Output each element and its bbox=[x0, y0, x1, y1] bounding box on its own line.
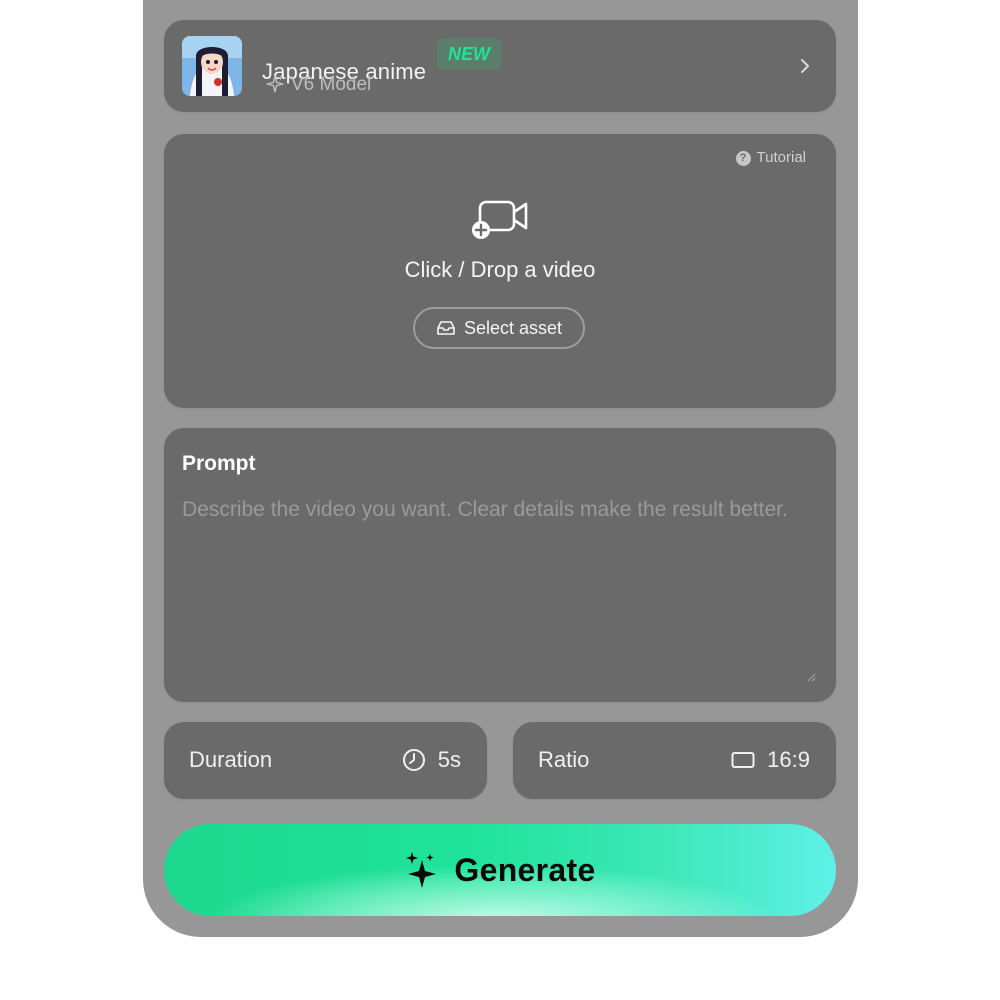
resize-handle-icon[interactable] bbox=[806, 672, 816, 682]
new-badge: NEW bbox=[437, 38, 501, 70]
duration-value: 5s bbox=[437, 747, 461, 772]
prompt-card: Prompt bbox=[164, 428, 836, 702]
sparkles-icon bbox=[406, 852, 437, 888]
tutorial-label: Tutorial bbox=[756, 149, 806, 166]
ratio-value-group: 16:9 bbox=[731, 746, 810, 774]
model-version: V6 Model bbox=[291, 74, 372, 95]
tutorial-link[interactable]: ? Tutorial bbox=[735, 148, 806, 168]
select-asset-label: Select asset bbox=[463, 317, 563, 338]
duration-value-group: 5s bbox=[402, 746, 461, 774]
video-add-icon bbox=[472, 200, 528, 239]
anime-girl-thumbnail bbox=[182, 36, 242, 96]
generate-content: Generate bbox=[164, 824, 836, 916]
inbox-tray-icon bbox=[437, 321, 455, 335]
generate-button[interactable]: Generate bbox=[164, 824, 836, 916]
question-circle-icon: ? bbox=[735, 150, 751, 166]
ratio-value: 16:9 bbox=[767, 747, 810, 772]
rectangle-ratio-icon bbox=[731, 752, 755, 768]
select-asset-button[interactable]: Select asset bbox=[413, 307, 585, 349]
model-selector[interactable]: Japanese anime NEW V6 Model bbox=[164, 20, 836, 112]
prompt-input[interactable] bbox=[182, 494, 802, 674]
duration-label: Duration bbox=[189, 747, 273, 772]
duration-selector[interactable]: Duration 5s bbox=[164, 722, 487, 799]
ratio-selector[interactable]: Ratio 16:9 bbox=[513, 722, 836, 799]
drop-video-text: Click / Drop a video bbox=[404, 257, 596, 282]
video-upload-dropzone[interactable]: ? Tutorial Click / Drop a video Select a… bbox=[164, 134, 836, 408]
chevron-right-icon[interactable] bbox=[798, 56, 812, 76]
ratio-label: Ratio bbox=[538, 747, 590, 772]
clock-icon bbox=[402, 749, 425, 771]
sparkle-icon bbox=[266, 75, 284, 93]
generate-label: Generate bbox=[454, 851, 596, 888]
prompt-label: Prompt bbox=[182, 452, 256, 475]
